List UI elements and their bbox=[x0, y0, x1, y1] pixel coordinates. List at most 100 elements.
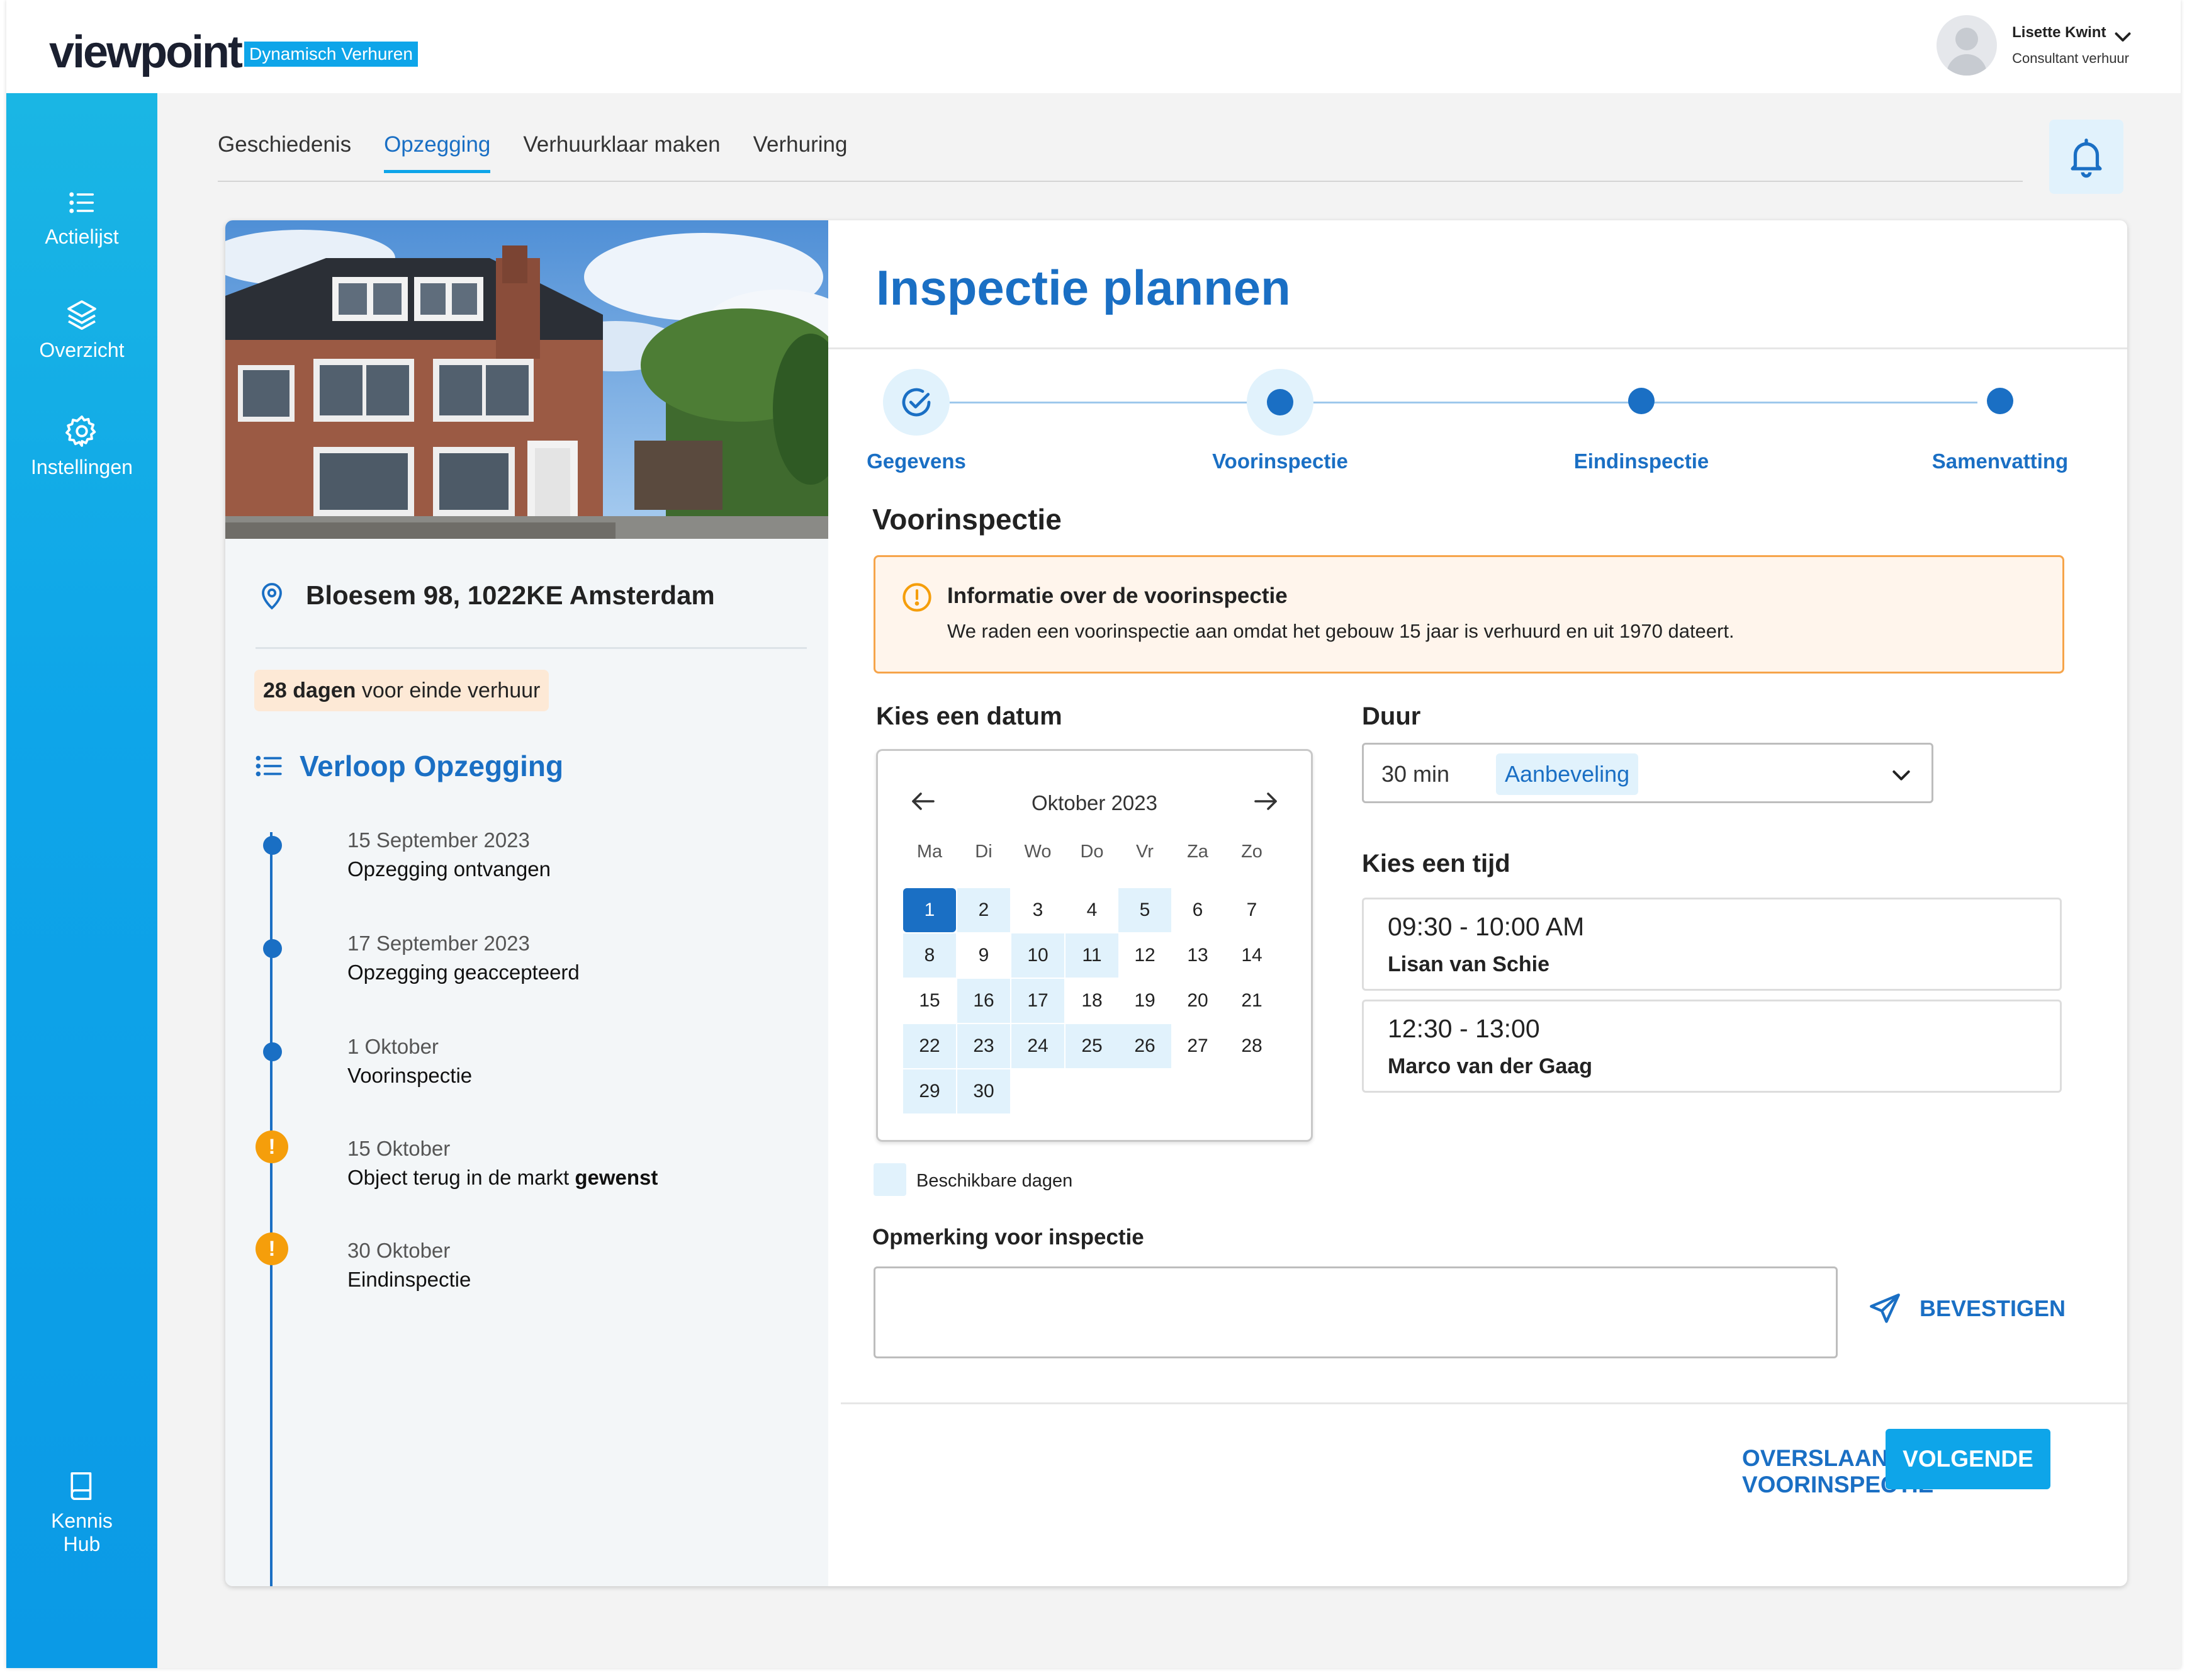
calendar-day[interactable]: 1 bbox=[903, 888, 956, 932]
tab-geschiedenis[interactable]: Geschiedenis bbox=[218, 132, 351, 171]
step-dot bbox=[1628, 388, 1655, 414]
calendar-day[interactable]: 22 bbox=[903, 1024, 956, 1068]
step-gegevens[interactable]: Gegevens bbox=[847, 369, 986, 473]
sidebar-item-instellingen[interactable]: Instellingen bbox=[6, 413, 157, 479]
arrow-right-icon[interactable] bbox=[1251, 786, 1281, 816]
address-divider bbox=[256, 647, 807, 649]
next-button[interactable]: VOLGENDE bbox=[1886, 1429, 2050, 1489]
property-address: Bloesem 98, 1022KE Amsterdam bbox=[306, 580, 715, 610]
step-label: Samenvatting bbox=[1931, 449, 2069, 473]
tab-verhuurklaar-maken[interactable]: Verhuurklaar maken bbox=[523, 132, 720, 171]
timeslot-option[interactable]: 12:30 - 13:00 Marco van der Gaag bbox=[1362, 1000, 2062, 1093]
timeslot-person: Marco van der Gaag bbox=[1388, 1054, 1593, 1078]
days-remaining-count: 28 dagen bbox=[263, 679, 356, 702]
timeslot-time: 12:30 - 13:00 bbox=[1388, 1014, 1540, 1043]
calendar-day[interactable]: 5 bbox=[1118, 888, 1171, 932]
weekday-label: Zo bbox=[1241, 842, 1262, 862]
user-menu[interactable]: Lisette Kwint Consultant verhuur bbox=[1937, 14, 2131, 77]
duration-select[interactable]: 30 min Aanbeveling bbox=[1362, 743, 1933, 803]
warning-icon: ! bbox=[256, 1130, 288, 1163]
logo: viewpoint bbox=[49, 27, 243, 77]
days-remaining-badge: 28 dagen voor einde verhuur bbox=[254, 670, 549, 711]
timeslot-person: Lisan van Schie bbox=[1388, 952, 1549, 976]
recommendation-chip: Aanbeveling bbox=[1496, 753, 1639, 795]
sidebar-item-label: Overzicht bbox=[39, 339, 125, 361]
weekday-label: Ma bbox=[916, 842, 943, 862]
calendar-day[interactable]: 19 bbox=[1118, 979, 1171, 1023]
calendar-day[interactable]: 4 bbox=[1065, 888, 1118, 932]
tab-opzegging[interactable]: Opzegging bbox=[384, 132, 491, 173]
section-title: Voorinspectie bbox=[872, 503, 1062, 536]
calendar-day[interactable]: 15 bbox=[903, 979, 956, 1023]
step-voorinspectie[interactable]: Voorinspectie bbox=[1211, 369, 1349, 473]
step-dot bbox=[1987, 388, 2013, 414]
address-row: Bloesem 98, 1022KE Amsterdam bbox=[257, 579, 715, 612]
property-photo bbox=[225, 220, 828, 539]
step-label: Gegevens bbox=[867, 449, 966, 473]
chevron-down-icon[interactable] bbox=[2111, 25, 2134, 48]
remark-input[interactable] bbox=[874, 1266, 1838, 1358]
calendar-day[interactable]: 7 bbox=[1225, 888, 1278, 932]
chevron-down-icon bbox=[1892, 770, 1910, 781]
warning-icon: ! bbox=[256, 1232, 288, 1265]
tab-verhuring[interactable]: Verhuring bbox=[753, 132, 848, 171]
calendar-day[interactable]: 30 bbox=[957, 1069, 1010, 1113]
calendar-day[interactable]: 24 bbox=[1011, 1024, 1064, 1068]
timeline-date: 17 September 2023 bbox=[347, 932, 530, 955]
calendar-day[interactable]: 13 bbox=[1171, 933, 1224, 978]
calendar-day[interactable]: 20 bbox=[1171, 979, 1224, 1023]
top-bar: viewpoint Dynamisch Verhuren Lisette Kwi… bbox=[6, 0, 2181, 93]
list-icon bbox=[69, 192, 94, 213]
timeslot-option[interactable]: 09:30 - 10:00 AM Lisan van Schie bbox=[1362, 898, 2062, 991]
calendar-day[interactable]: 6 bbox=[1171, 888, 1224, 932]
calendar-day[interactable]: 8 bbox=[903, 933, 956, 978]
calendar-day[interactable]: 28 bbox=[1225, 1024, 1278, 1068]
step-samenvatting[interactable]: Samenvatting bbox=[1931, 369, 2069, 473]
stepper-line bbox=[923, 402, 1977, 403]
bell-icon bbox=[2071, 138, 2102, 178]
calendar-day[interactable]: 26 bbox=[1118, 1024, 1171, 1068]
step-dot bbox=[1267, 389, 1293, 415]
calendar-day[interactable]: 10 bbox=[1011, 933, 1064, 978]
legend-text: Beschikbare dagen bbox=[916, 1171, 1073, 1191]
weekday-label: Za bbox=[1187, 842, 1208, 862]
calendar-day[interactable]: 14 bbox=[1225, 933, 1278, 978]
sidebar-item-actielijst[interactable]: Actielijst bbox=[6, 186, 157, 249]
product-badge: Dynamisch Verhuren bbox=[244, 42, 418, 67]
calendar-day[interactable]: 18 bbox=[1065, 979, 1118, 1023]
time-label: Kies een tijd bbox=[1362, 850, 1510, 877]
legend-swatch bbox=[874, 1163, 906, 1196]
weekday-label: Vr bbox=[1136, 842, 1154, 862]
notifications-button[interactable] bbox=[2049, 120, 2123, 194]
weekday-label: Do bbox=[1080, 842, 1104, 862]
calendar-day[interactable]: 23 bbox=[957, 1024, 1010, 1068]
calendar-day[interactable]: 21 bbox=[1225, 979, 1278, 1023]
calendar-day[interactable]: 17 bbox=[1011, 979, 1064, 1023]
calendar-day[interactable]: 16 bbox=[957, 979, 1010, 1023]
calendar-day[interactable]: 3 bbox=[1011, 888, 1064, 932]
calendar-day[interactable]: 2 bbox=[957, 888, 1010, 932]
remark-label: Opmerking voor inspectie bbox=[872, 1225, 1144, 1249]
alert-title: Informatie over de voorinspectie bbox=[947, 583, 1288, 608]
calendar-day[interactable]: 27 bbox=[1171, 1024, 1224, 1068]
timeline-text: Object terug in de markt gewenst bbox=[347, 1166, 658, 1189]
sidebar: Actielijst Overzicht Instellingen Kennis… bbox=[6, 93, 157, 1668]
calendar-day[interactable]: 25 bbox=[1065, 1024, 1118, 1068]
confirm-button[interactable]: BEVESTIGEN bbox=[1867, 1290, 2066, 1327]
timeline-dot bbox=[263, 1042, 282, 1061]
days-remaining-text: voor einde verhuur bbox=[356, 679, 541, 702]
sidebar-item-kennis-hub[interactable]: Kennis Hub bbox=[6, 1469, 157, 1556]
calendar-day[interactable]: 29 bbox=[903, 1069, 956, 1113]
property-panel: Bloesem 98, 1022KE Amsterdam 28 dagen vo… bbox=[225, 220, 828, 1586]
calendar-day[interactable]: 11 bbox=[1065, 933, 1118, 978]
step-eindinspectie[interactable]: Eindinspectie bbox=[1572, 369, 1711, 473]
duration-value: 30 min bbox=[1381, 761, 1450, 787]
date-label: Kies een datum bbox=[876, 702, 1062, 730]
sidebar-item-overzicht[interactable]: Overzicht bbox=[6, 297, 157, 362]
send-icon bbox=[1870, 1294, 1900, 1323]
timeslot-time: 09:30 - 10:00 AM bbox=[1388, 912, 1585, 941]
calendar-day[interactable]: 12 bbox=[1118, 933, 1171, 978]
calendar-day[interactable]: 9 bbox=[957, 933, 1010, 978]
timeline-dot bbox=[263, 939, 282, 958]
confirm-label: BEVESTIGEN bbox=[1920, 1295, 2066, 1321]
